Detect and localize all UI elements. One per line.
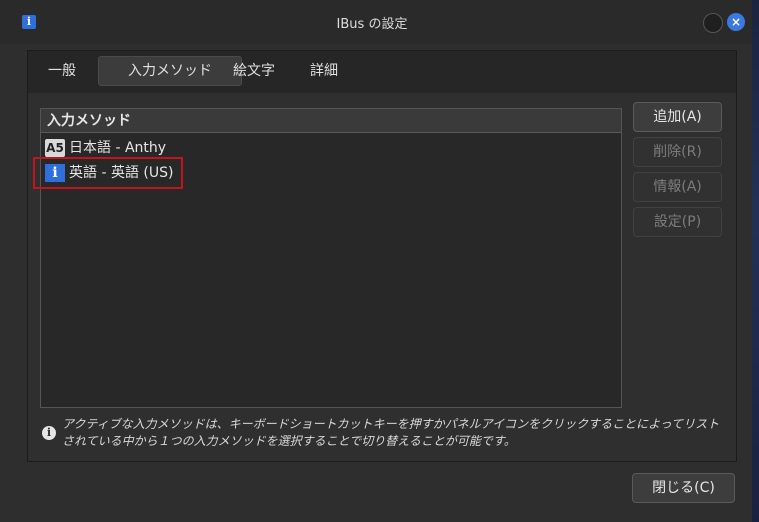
window-title: IBus の設定	[336, 17, 408, 32]
minimize-button[interactable]	[703, 13, 723, 33]
ibus-settings-window: i IBus の設定 × 一般 入力メソッド 絵文字 詳細 入力メソッド A5 …	[0, 0, 752, 522]
tab-bar: 一般 入力メソッド 絵文字 詳細	[28, 51, 736, 93]
tab-emoji[interactable]: 絵文字	[222, 56, 286, 86]
remove-button[interactable]: 削除(R)	[633, 137, 722, 167]
anthy-icon: A5	[45, 139, 65, 157]
list-header: 入力メソッド	[41, 109, 621, 133]
close-button[interactable]: 閉じる(C)	[632, 473, 735, 503]
info-text: アクティブな入力メソッドは、キーボードショートカットキーを押すかパネルアイコンを…	[62, 417, 720, 448]
add-button[interactable]: 追加(A)	[633, 102, 722, 132]
tab-advanced[interactable]: 詳細	[300, 56, 348, 86]
selection-highlight	[33, 157, 183, 189]
close-icon[interactable]: ×	[727, 13, 745, 31]
preferences-button[interactable]: 設定(P)	[633, 207, 722, 237]
tab-general[interactable]: 一般	[38, 56, 86, 86]
tab-input-method[interactable]: 入力メソッド	[98, 56, 242, 86]
titlebar: i IBus の設定 ×	[0, 0, 752, 44]
input-method-list[interactable]: 入力メソッド A5 日本語 - Anthy i 英語 - 英語 (US)	[40, 108, 622, 408]
about-button[interactable]: 情報(A)	[633, 172, 722, 202]
info-icon: i	[42, 426, 56, 440]
info-note: i アクティブな入力メソッドは、キーボードショートカットキーを押すかパネルアイコ…	[40, 416, 730, 452]
settings-notebook: 一般 入力メソッド 絵文字 詳細 入力メソッド A5 日本語 - Anthy i…	[27, 50, 737, 462]
